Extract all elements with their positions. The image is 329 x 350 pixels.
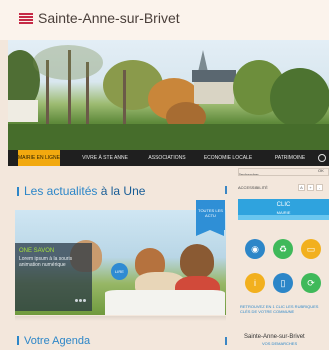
slider-pagination[interactable]: [75, 289, 87, 302]
right-sidebar: Rechercher OK ACCESSIBILITÉ A + - CLIC M…: [232, 166, 329, 350]
agenda-section-heading: Votre Agenda: [17, 335, 90, 347]
news-heading-strong: à la Une: [100, 184, 146, 198]
section-divider-mark: [225, 186, 227, 194]
read-more-button[interactable]: LIRE: [111, 263, 128, 280]
font-increase-button[interactable]: +: [307, 184, 314, 191]
clic-tab-strip: [238, 215, 329, 220]
card-icon[interactable]: ▭: [301, 239, 321, 259]
commune-name: Sainte-Anne-sur-Brivet: [244, 334, 305, 340]
news-section-heading: Les actualités à la Une: [17, 184, 145, 198]
accessibility-label: ACCESSIBILITÉ: [238, 185, 268, 190]
search-submit[interactable]: OK: [318, 168, 324, 173]
news-card-text: Lorem ipsum à la souris animation numéri…: [19, 256, 73, 268]
share-icon[interactable]: ⟳: [301, 273, 321, 293]
news-card-shadow: [15, 316, 226, 321]
news-heading-prefix: Les actualités: [24, 184, 98, 198]
section-divider-mark: [225, 337, 227, 345]
heading-marker: [17, 336, 19, 345]
font-decrease-button[interactable]: -: [316, 184, 323, 191]
search-field[interactable]: [238, 168, 329, 176]
page: Sainte-Anne-sur-Brivet MAIRIE EN LIGNE V…: [0, 0, 329, 350]
agenda-heading: Votre Agenda: [24, 335, 91, 347]
nav-item-patrimoine[interactable]: PATRIMOINE: [270, 150, 310, 166]
sidebar-note: RETROUVEZ EN 1 CLIC LES RUBRIQUES CLÉS D…: [240, 304, 319, 314]
site-title[interactable]: Sainte-Anne-sur-Brivet: [38, 10, 180, 26]
clic-title: CLIC: [276, 202, 291, 208]
info-icon[interactable]: i: [245, 273, 265, 293]
globe-icon[interactable]: ◉: [245, 239, 265, 259]
search-icon[interactable]: [318, 154, 326, 162]
nav-item-mairie-en-ligne[interactable]: MAIRIE EN LIGNE: [18, 150, 60, 166]
demarches-link[interactable]: VOS DEMARCHES: [262, 341, 297, 346]
news-card-title: ONE SAVON: [19, 248, 55, 254]
font-reset-button[interactable]: A: [298, 184, 305, 191]
site-header: Sainte-Anne-sur-Brivet: [0, 0, 329, 40]
news-slide-image[interactable]: ONE SAVON Lorem ipsum à la souris animat…: [15, 210, 226, 315]
nav-item-economie-locale[interactable]: ECONOMIE LOCALE: [203, 150, 253, 166]
nav-item-associations[interactable]: ASSOCIATIONS: [146, 150, 188, 166]
hero-banner-image: [8, 40, 329, 150]
recycle-icon[interactable]: ♻: [273, 239, 293, 259]
main-navigation: MAIRIE EN LIGNE VIVRE À STE ANNE ASSOCIA…: [8, 150, 329, 166]
heading-marker: [17, 187, 19, 196]
document-icon[interactable]: ▯: [273, 273, 293, 293]
nav-item-vivre-a-ste-anne[interactable]: VIVRE À STE ANNE: [82, 150, 128, 166]
all-news-ribbon[interactable]: TOUTES LES ACTU: [196, 200, 225, 236]
town-logo[interactable]: [19, 13, 33, 24]
